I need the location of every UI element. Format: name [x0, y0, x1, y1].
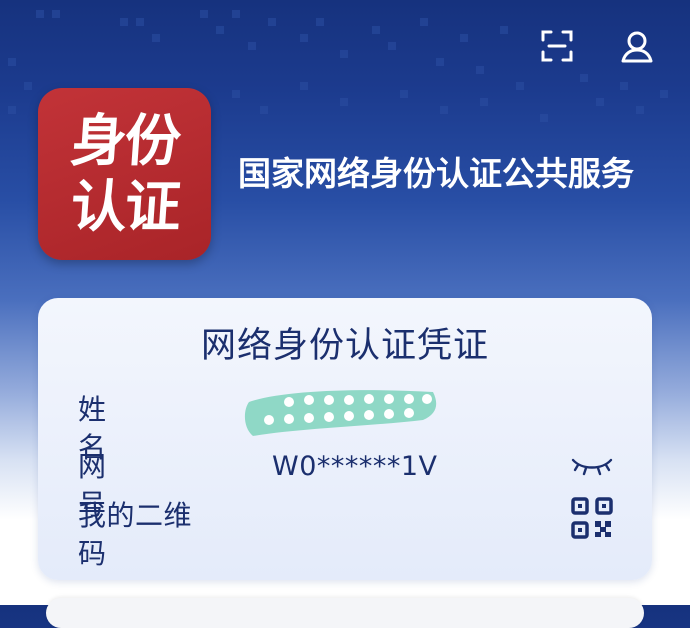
service-title: 国家网络身份认证公共服务: [238, 154, 634, 193]
logo-line2: 认证: [68, 174, 181, 240]
next-card-peek: [46, 598, 644, 628]
scan-icon[interactable]: [537, 26, 577, 66]
identity-auth-logo: 身份 认证: [38, 88, 211, 260]
qr-code-icon[interactable]: [571, 497, 613, 539]
profile-icon[interactable]: [617, 26, 657, 66]
name-redaction-mask: [244, 390, 437, 436]
credential-card[interactable]: 网络身份认证凭证 姓名 网号 W0******1V 我的二维码: [38, 298, 652, 580]
id-value: W0******1V: [272, 451, 438, 482]
eye-closed-icon[interactable]: [570, 452, 614, 478]
logo-line1: 身份: [68, 108, 181, 174]
card-title: 网络身份认证凭证: [200, 326, 489, 366]
my-qr-code-label[interactable]: 我的二维码: [78, 497, 218, 573]
